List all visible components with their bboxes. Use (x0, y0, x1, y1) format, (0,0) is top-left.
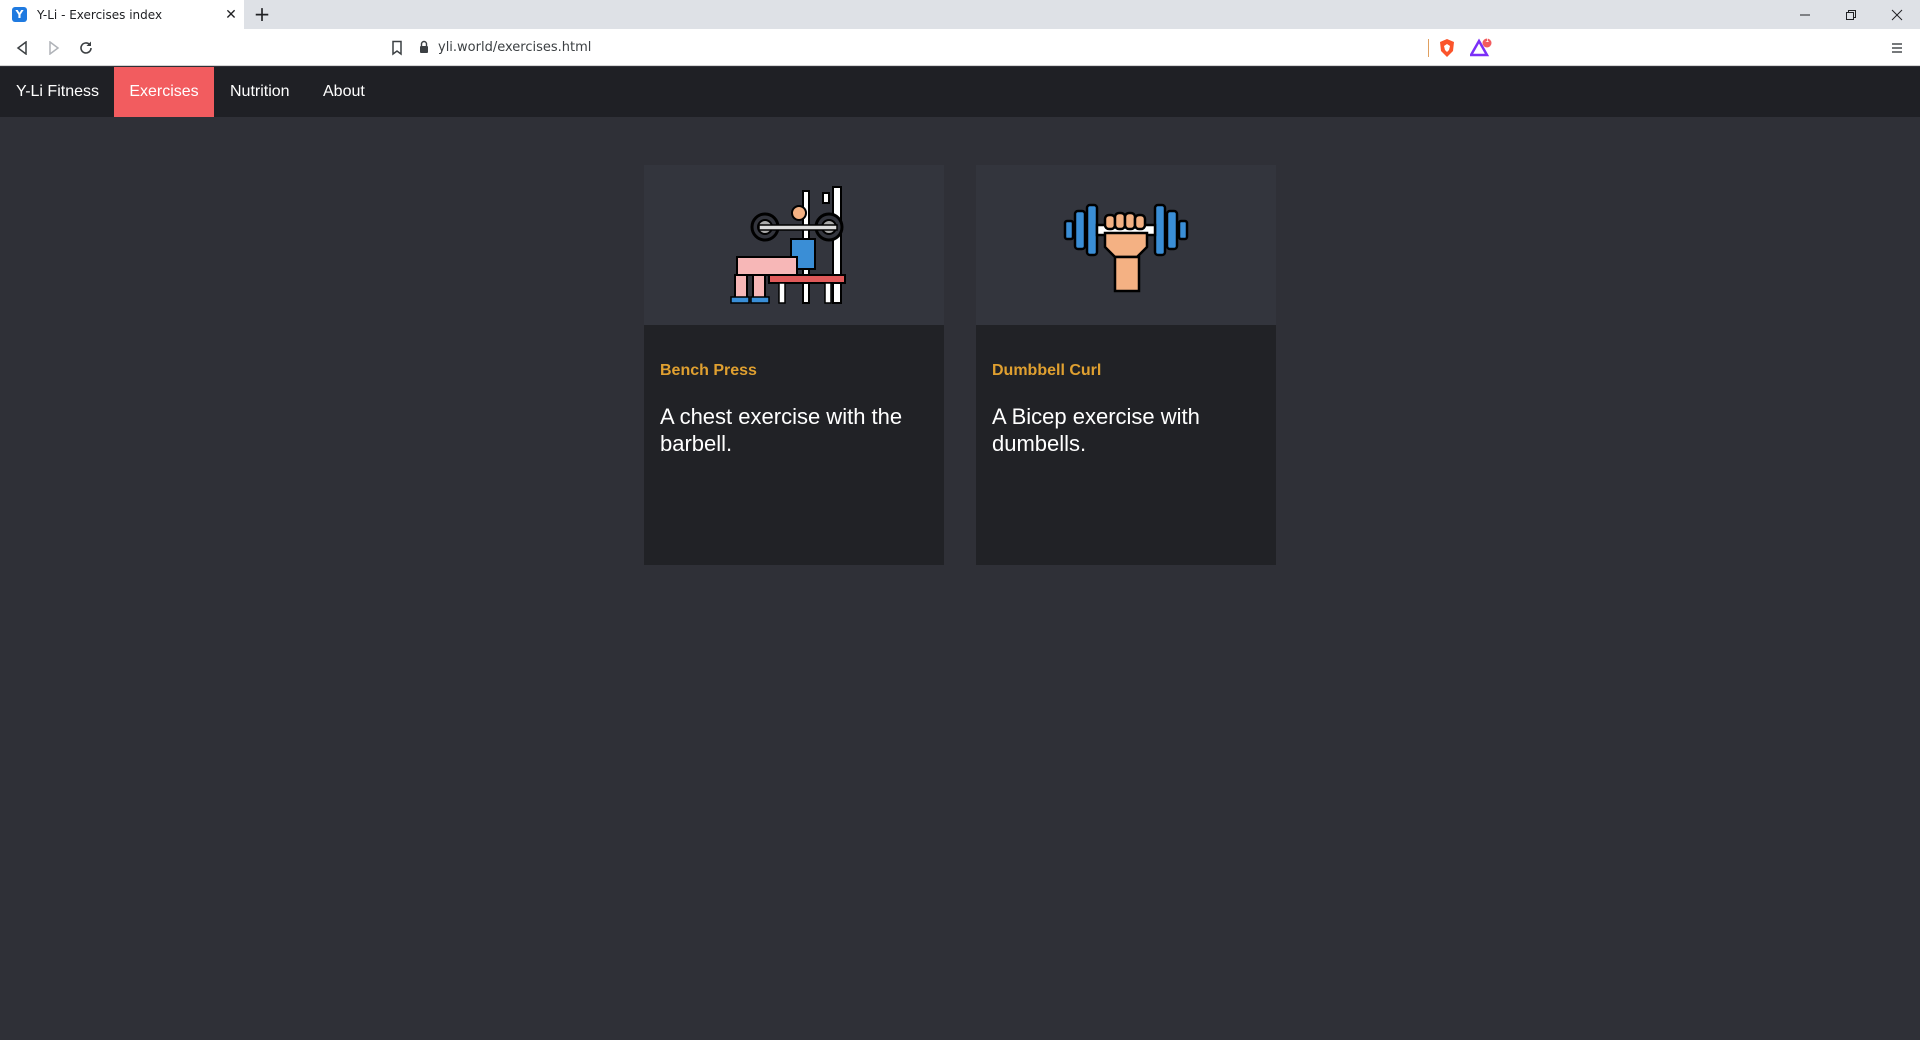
new-tab-button[interactable]: + (252, 4, 272, 24)
address-bar[interactable]: yli.world/exercises.html (418, 33, 1428, 61)
nav-item-about[interactable]: About (307, 67, 381, 117)
forward-icon[interactable] (43, 37, 65, 59)
exercise-card[interactable]: Bench Press A chest exercise with the ba… (644, 165, 944, 565)
tab-title: Y-Li - Exercises index (37, 7, 163, 22)
browser-tab[interactable]: Y Y-Li - Exercises index ✕ (0, 0, 244, 29)
nav-item-exercises[interactable]: Exercises (114, 67, 214, 117)
reload-icon[interactable] (75, 37, 97, 59)
brave-shields-icon[interactable] (1436, 37, 1458, 59)
card-description: A Bicep exercise with dumbells. (992, 404, 1200, 456)
browser-toolbar: yli.world/exercises.html 1 (0, 29, 1920, 66)
nav-item-nutrition[interactable]: Nutrition (214, 67, 306, 117)
card-description: A chest exercise with the barbell. (660, 404, 903, 456)
brave-rewards-icon[interactable]: 1 (1470, 36, 1492, 59)
restore-icon[interactable] (1828, 0, 1874, 29)
tab-close-icon[interactable]: ✕ (222, 6, 240, 24)
card-title: Bench Press (660, 362, 757, 379)
exercise-card[interactable]: Dumbbell Curl A Bicep exercise with dumb… (976, 165, 1276, 565)
toolbar-divider (1428, 39, 1429, 57)
back-icon[interactable] (11, 37, 33, 59)
card-media (976, 165, 1276, 325)
bookmark-icon[interactable] (386, 37, 408, 59)
card-media (644, 165, 944, 325)
close-window-icon[interactable] (1874, 0, 1920, 29)
minimize-icon[interactable] (1782, 0, 1828, 29)
lock-icon (418, 40, 430, 54)
site-navbar: Y-Li Fitness Exercises Nutrition About (0, 67, 1920, 117)
card-title: Dumbbell Curl (992, 362, 1102, 379)
browser-tabstrip: Y Y-Li - Exercises index ✕ + (0, 0, 1920, 29)
url-text: yli.world/exercises.html (438, 39, 592, 55)
brand-link[interactable]: Y-Li Fitness (0, 67, 115, 117)
menu-icon[interactable] (1886, 37, 1908, 59)
site-favicon-icon: Y (12, 7, 27, 22)
rewards-badge: 1 (1485, 36, 1490, 44)
bench-press-icon (730, 186, 846, 304)
dumbbell-curl-icon (1063, 203, 1189, 293)
